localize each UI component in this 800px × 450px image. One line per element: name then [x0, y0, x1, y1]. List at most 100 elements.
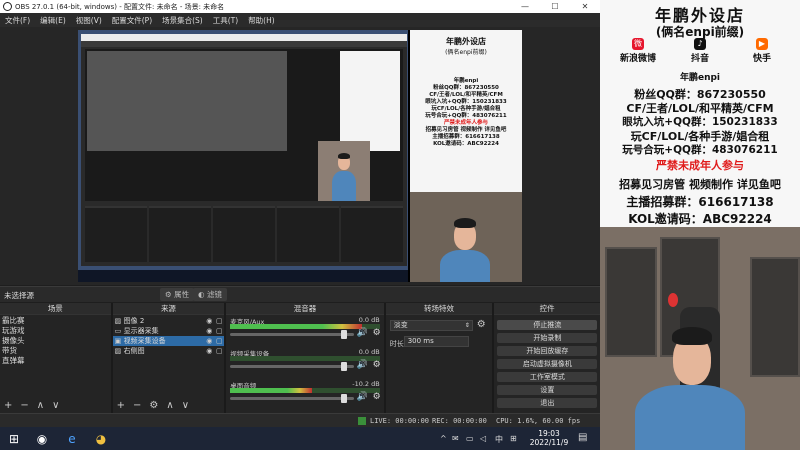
gear-icon[interactable]: ⚙	[373, 360, 381, 370]
lock-icon[interactable]: ▢	[214, 326, 224, 336]
tray-keyboard-icon[interactable]: ⊞	[510, 434, 517, 443]
canvas-poster-line: 玩CF/LOL/各种手游/娼合租	[431, 106, 501, 112]
move-down-icon[interactable]: ∨	[52, 400, 59, 411]
canvas-poster-line: 严禁未成年人参与	[443, 120, 488, 126]
poster-line: KOL邀请码：ABC92224	[628, 212, 772, 226]
poster-social-row: 微 新浪微博 ♪ 抖音 ▶ 快手	[600, 36, 800, 66]
start-icon[interactable]: ⊞	[6, 431, 22, 447]
menu-scene-collection[interactable]: 场景集合(S)	[157, 15, 208, 26]
tray-mail-icon[interactable]: ✉	[452, 434, 459, 443]
volume-slider[interactable]	[230, 394, 354, 403]
eye-icon[interactable]: ◉	[204, 326, 214, 336]
preview-canvas[interactable]: 年鹏外设店 (俩名enpi前缀) 年鹏enpi 粉丝QQ群：867230550 …	[78, 30, 522, 282]
menu-tools[interactable]: 工具(T)	[208, 15, 243, 26]
poster-warning: 严禁未成年人参与	[656, 159, 744, 172]
level-meter-fill	[230, 388, 313, 393]
cpu-fps: CPU: 1.6%, 60.00 fps	[496, 417, 581, 425]
gear-icon[interactable]: ⚙	[373, 392, 381, 402]
lock-icon[interactable]: ▢	[214, 346, 224, 356]
gear-icon[interactable]: ⚙	[373, 328, 381, 338]
mixer-title: 混音器	[226, 303, 384, 315]
start-recording-button[interactable]: 开始录制	[497, 333, 598, 343]
notification-icon[interactable]: ▤	[578, 432, 587, 443]
gear-icon[interactable]: ⚙	[477, 319, 486, 330]
preview-area: 年鹏外设店 (俩名enpi前缀) 年鹏enpi 粉丝QQ群：867230550 …	[0, 27, 600, 285]
obs-app-icon[interactable]: ◉	[34, 431, 50, 447]
windows-taskbar: ⊞ ◉ e ◕ ^ ✉ ▭ ◁ 中 ⊞ 19:03 2022/11/9 ▤	[0, 427, 600, 450]
poster-line: 玩号合玩+QQ群：483076211	[622, 144, 778, 156]
remove-source-icon[interactable]: −	[133, 400, 141, 411]
volume-knob[interactable]	[340, 394, 347, 403]
source-item[interactable]: ▨ 右侧图 ◉ ▢	[113, 346, 225, 356]
figurine	[668, 293, 678, 307]
mixer-dock: 混音器 麦克风/Aux 0.0 dB 🔊 ⚙ 视频采集设备 0.0 dB 🔊 ⚙	[226, 303, 384, 413]
edge-icon[interactable]: e	[64, 431, 80, 447]
lock-icon[interactable]: ▢	[214, 336, 224, 346]
scene-item[interactable]: 摄像头	[0, 336, 111, 346]
menu-profile[interactable]: 配置文件(P)	[107, 15, 157, 26]
nested-poster	[340, 51, 400, 151]
remove-scene-icon[interactable]: −	[20, 400, 28, 411]
channel-db: 0.0 dB	[358, 316, 380, 324]
source-item-selected[interactable]: ▣ 视频采集设备 ◉ ▢	[112, 336, 225, 346]
menu-file[interactable]: 文件(F)	[0, 15, 35, 26]
level-meter-fill	[230, 324, 362, 329]
source-settings-icon[interactable]: ⚙	[149, 400, 158, 411]
source-name: 显示器采集	[123, 327, 159, 335]
add-source-icon[interactable]: +	[117, 400, 125, 411]
app-icon[interactable]: ◕	[93, 431, 109, 447]
settings-button[interactable]: 设置	[497, 385, 598, 395]
minimize-button[interactable]: —	[510, 2, 540, 11]
speaker-icon[interactable]: 🔊	[357, 392, 368, 402]
eye-icon[interactable]: ◉	[204, 346, 214, 356]
speaker-icon[interactable]: 🔊	[357, 328, 368, 338]
speaker-icon[interactable]: 🔊	[357, 360, 368, 370]
volume-knob[interactable]	[340, 362, 347, 371]
sources-title: 来源	[112, 303, 225, 315]
eye-icon[interactable]: ◉	[204, 336, 214, 346]
eye-icon[interactable]: ◉	[204, 316, 214, 326]
transition-select[interactable]: 淡变 ⇕	[389, 320, 473, 331]
studio-mode-button[interactable]: 工作室模式	[497, 372, 598, 382]
add-scene-icon[interactable]: +	[4, 400, 12, 411]
scene-item[interactable]: 带货	[0, 346, 111, 356]
tray-battery-icon[interactable]: ▭	[466, 434, 474, 443]
source-item[interactable]: ▭ 显示器采集 ◉ ▢	[113, 326, 225, 336]
scene-item[interactable]: 霸比赛	[0, 316, 111, 326]
move-up-icon[interactable]: ∧	[166, 400, 173, 411]
source-item[interactable]: ▨ 图像 2 ◉ ▢	[113, 316, 225, 326]
lock-icon[interactable]: ▢	[214, 316, 224, 326]
menu-help[interactable]: 帮助(H)	[243, 15, 280, 26]
virtual-camera-button[interactable]: 启动虚拟摄像机	[497, 359, 598, 369]
scene-item[interactable]: 玩游戏	[0, 326, 111, 336]
properties-label: 属性	[174, 290, 190, 299]
ime-indicator[interactable]: 中	[495, 434, 503, 445]
poster-line: 眼坑入坑+QQ群：150231833	[622, 116, 778, 128]
taskbar-clock[interactable]: 19:03 2022/11/9	[525, 429, 573, 447]
stop-streaming-button[interactable]: 停止推流	[497, 320, 598, 330]
title-bar: OBS 27.0.1 (64-bit, windows) - 配置文件: 未命名…	[0, 0, 600, 13]
mixer-channel: 视频采集设备 0.0 dB 🔊 ⚙	[226, 348, 383, 380]
menu-edit[interactable]: 编辑(E)	[35, 15, 71, 26]
canvas-poster-line: 招募见习房管 视频制作 详见鱼吧	[425, 127, 507, 133]
maximize-button[interactable]: ☐	[540, 2, 570, 11]
display-icon: ▭	[114, 327, 122, 335]
move-down-icon[interactable]: ∨	[182, 400, 189, 411]
exit-button[interactable]: 退出	[497, 398, 598, 408]
volume-slider[interactable]	[230, 330, 354, 339]
move-up-icon[interactable]: ∧	[37, 400, 44, 411]
volume-slider[interactable]	[230, 362, 354, 371]
duration-label: 时长	[389, 340, 404, 348]
tray-chevron-icon[interactable]: ^	[440, 434, 447, 443]
social-kuaishou: ▶ 快手	[732, 36, 792, 64]
scene-item[interactable]: 直弹幕	[0, 356, 111, 366]
menu-view[interactable]: 视图(V)	[71, 15, 107, 26]
volume-knob[interactable]	[340, 330, 347, 339]
filters-button[interactable]: ◐ 滤镜	[193, 288, 227, 301]
tray-volume-icon[interactable]: ◁	[480, 434, 486, 443]
replay-buffer-button[interactable]: 开始回放缓存	[497, 346, 598, 356]
properties-button[interactable]: ⚙ 属性	[160, 288, 195, 301]
close-button[interactable]: ✕	[570, 2, 600, 11]
nested-taskbar	[78, 270, 408, 282]
duration-input[interactable]: 300 ms	[403, 336, 469, 347]
